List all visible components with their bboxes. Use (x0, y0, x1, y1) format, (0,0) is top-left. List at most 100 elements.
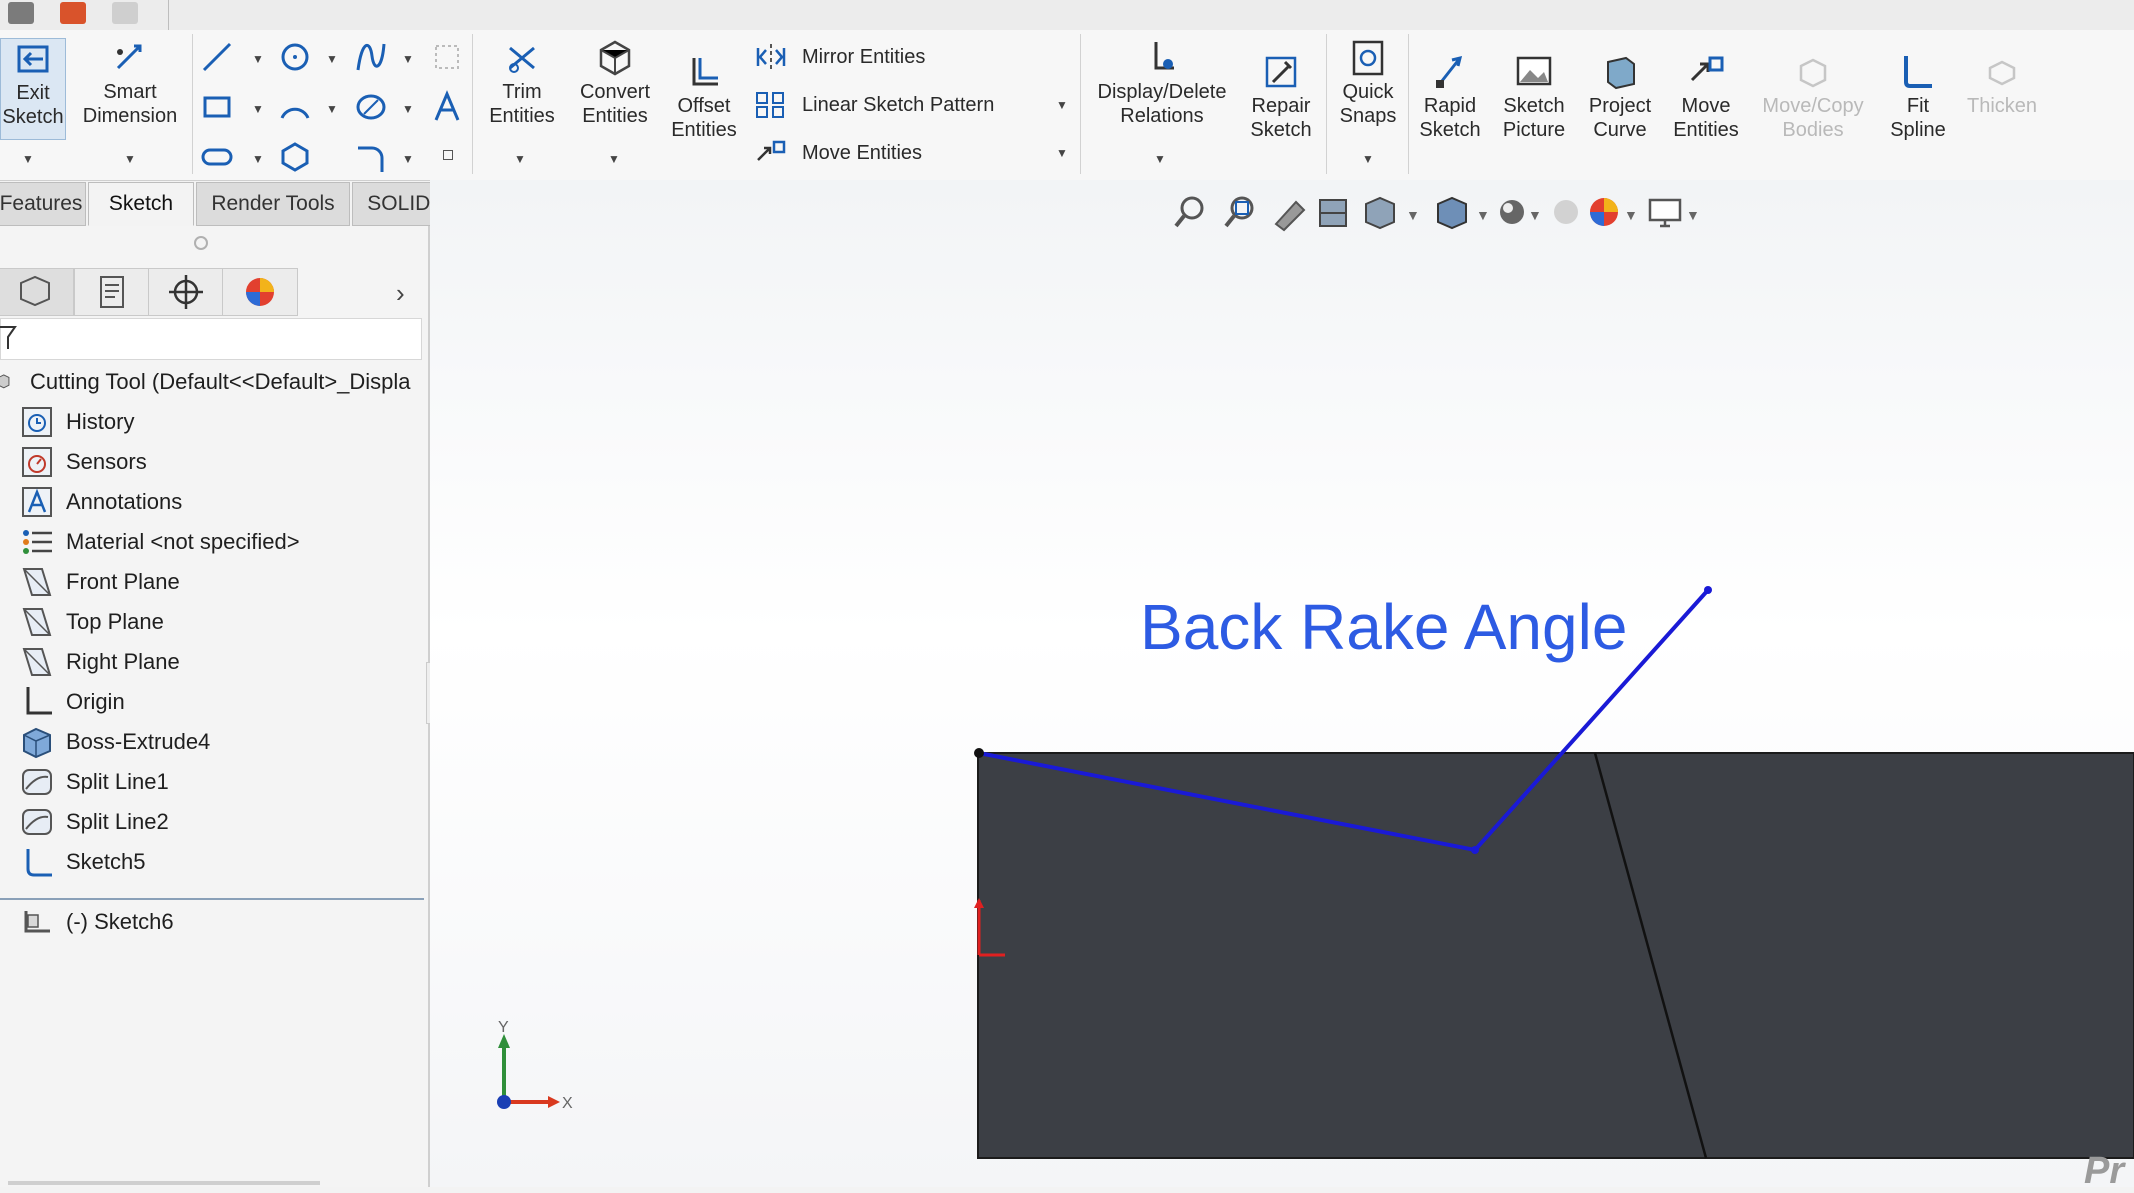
thicken-button[interactable]: Thicken (1962, 52, 2042, 118)
quick-snaps-button[interactable]: Quick Snaps (1330, 38, 1406, 128)
smart-dimension-dropdown[interactable]: ▼ (124, 152, 136, 166)
offset-entities-icon (692, 58, 718, 86)
arc-dropdown[interactable]: ▼ (326, 102, 338, 116)
tree-item-sensors[interactable]: Sensors (20, 442, 147, 482)
line-dropdown[interactable]: ▼ (252, 52, 264, 66)
chevron-right-icon[interactable]: › (396, 278, 405, 309)
sketch-picture-button[interactable]: Sketch Picture (1494, 52, 1574, 142)
tree-item-sketch5[interactable]: Sketch5 (20, 842, 146, 882)
linear-sketch-pattern-button[interactable]: Linear Sketch Pattern (754, 90, 994, 120)
fit-spline-button[interactable]: Fit Spline (1878, 52, 1958, 142)
panel-splitter-handle[interactable] (194, 236, 208, 250)
panel-tabs: › (0, 268, 428, 316)
move-entities-button[interactable]: Move Entities (1664, 52, 1748, 142)
tree-filter[interactable] (0, 318, 422, 360)
plane-sketch-icon[interactable] (430, 40, 464, 74)
rebuild-icon[interactable] (60, 2, 86, 24)
convert-dropdown[interactable]: ▼ (608, 152, 620, 166)
rapid-sketch-label: Rapid Sketch (1419, 95, 1481, 141)
text-icon[interactable] (430, 90, 464, 124)
trim-dropdown[interactable]: ▼ (514, 152, 526, 166)
move-copy-bodies-button[interactable]: Move/Copy Bodies (1754, 52, 1872, 142)
tree-item-boss-extrude4[interactable]: Boss-Extrude4 (20, 722, 210, 762)
linear-pattern-icon (756, 92, 784, 118)
fillet-icon[interactable] (354, 140, 388, 174)
circle-icon[interactable] (278, 40, 312, 74)
horizontal-scrollbar[interactable] (8, 1181, 320, 1185)
rectangle-icon[interactable] (200, 90, 234, 124)
rapid-sketch-button[interactable]: Rapid Sketch (1412, 52, 1488, 142)
ellipse-dropdown[interactable]: ▼ (402, 102, 414, 116)
display-manager-tab[interactable] (222, 268, 298, 316)
convert-entities-button[interactable]: Convert Entities (570, 38, 660, 128)
smart-dimension-button[interactable]: Smart Dimension (72, 38, 188, 128)
feature-manager-panel: › Cutting Tool (Default<<Default>_Displa… (0, 226, 438, 1187)
sketch-point[interactable] (974, 748, 984, 758)
polygon-icon[interactable] (278, 140, 312, 174)
move-entities-dropdown[interactable]: ▼ (1056, 146, 1068, 160)
part-icon (0, 374, 10, 389)
part-face[interactable] (977, 752, 2134, 1159)
thicken-icon (1988, 60, 2016, 86)
tree-item-right-plane[interactable]: Right Plane (20, 642, 180, 682)
tree-item-label: Top Plane (66, 609, 164, 634)
camera-icon[interactable] (8, 2, 34, 24)
ellipse-icon[interactable] (354, 90, 388, 124)
linear-pattern-dropdown[interactable]: ▼ (1056, 98, 1068, 112)
tree-item-origin[interactable]: Origin (20, 682, 125, 722)
point-icon[interactable] (443, 150, 453, 160)
exit-sketch-button[interactable]: Exit Sketch (0, 38, 66, 140)
fillet-dropdown[interactable]: ▼ (402, 152, 414, 166)
tree-root-label: Cutting Tool (Default<<Default>_Displa (30, 369, 411, 394)
offset-entities-button[interactable]: Offset Entities (664, 52, 744, 142)
tab-features[interactable]: Features (0, 182, 86, 226)
spline-dropdown[interactable]: ▼ (402, 52, 414, 66)
tree-item-label: Right Plane (66, 649, 180, 674)
tree-item-label: Origin (66, 689, 125, 714)
slot-dropdown[interactable]: ▼ (252, 152, 264, 166)
tree-item-material[interactable]: Material <not specified> (20, 522, 300, 562)
tree-root-part[interactable]: Cutting Tool (Default<<Default>_Displa (0, 362, 411, 402)
sketch-point[interactable] (1704, 586, 1712, 594)
sketch-picture-label: Sketch Picture (1502, 95, 1566, 141)
feature-manager-tab[interactable] (0, 268, 74, 316)
mirror-entities-button[interactable]: Mirror Entities (754, 42, 925, 72)
tree-item-top-plane[interactable]: Top Plane (20, 602, 164, 642)
exit-sketch-dropdown[interactable]: ▼ (22, 152, 34, 166)
spline-icon[interactable] (354, 40, 388, 74)
tree-item-label: Material <not specified> (66, 529, 300, 554)
tree-item-front-plane[interactable]: Front Plane (20, 562, 180, 602)
tree-item-sketch6[interactable]: (-) Sketch6 (20, 902, 174, 942)
tab-sketch[interactable]: Sketch (88, 182, 194, 226)
line-icon[interactable] (200, 40, 234, 74)
tree-item-history[interactable]: History (20, 402, 134, 442)
trim-entities-button[interactable]: Trim Entities (478, 38, 566, 128)
display-delete-relations-button[interactable]: Display/Delete Relations (1088, 38, 1236, 128)
repair-sketch-button[interactable]: Repair Sketch (1240, 52, 1322, 142)
rollback-bar[interactable] (0, 898, 424, 900)
tree-item-label: Boss-Extrude4 (66, 729, 211, 754)
move-entities-small-button[interactable]: Move Entities (754, 138, 922, 168)
display-delete-relations-label: Display/Delete Relations (1097, 81, 1227, 127)
property-manager-icon (100, 276, 124, 308)
tab-render-tools[interactable]: Render Tools (196, 182, 350, 226)
rectangle-dropdown[interactable]: ▼ (252, 102, 264, 116)
arc-icon[interactable] (278, 90, 312, 124)
sketch-point[interactable] (1471, 846, 1479, 854)
coordinate-triad-icon: Y X (497, 1019, 573, 1112)
configuration-manager-tab[interactable] (148, 268, 224, 316)
project-curve-button[interactable]: Project Curve (1580, 52, 1660, 142)
triad-y-label: Y (498, 1019, 509, 1036)
tree-item-split-line1[interactable]: Split Line1 (20, 762, 169, 802)
quick-snaps-dropdown[interactable]: ▼ (1362, 152, 1374, 166)
tree-item-split-line2[interactable]: Split Line2 (20, 802, 169, 842)
property-manager-tab[interactable] (74, 268, 150, 316)
options-icon[interactable] (112, 2, 138, 24)
convert-entities-icon (599, 40, 631, 76)
quick-snaps-icon (1352, 40, 1384, 76)
circle-dropdown[interactable]: ▼ (326, 52, 338, 66)
move-entities-label: Move Entities (1673, 95, 1739, 141)
tree-item-annotations[interactable]: Annotations (20, 482, 182, 522)
relations-dropdown[interactable]: ▼ (1154, 152, 1166, 166)
slot-icon[interactable] (200, 140, 234, 174)
